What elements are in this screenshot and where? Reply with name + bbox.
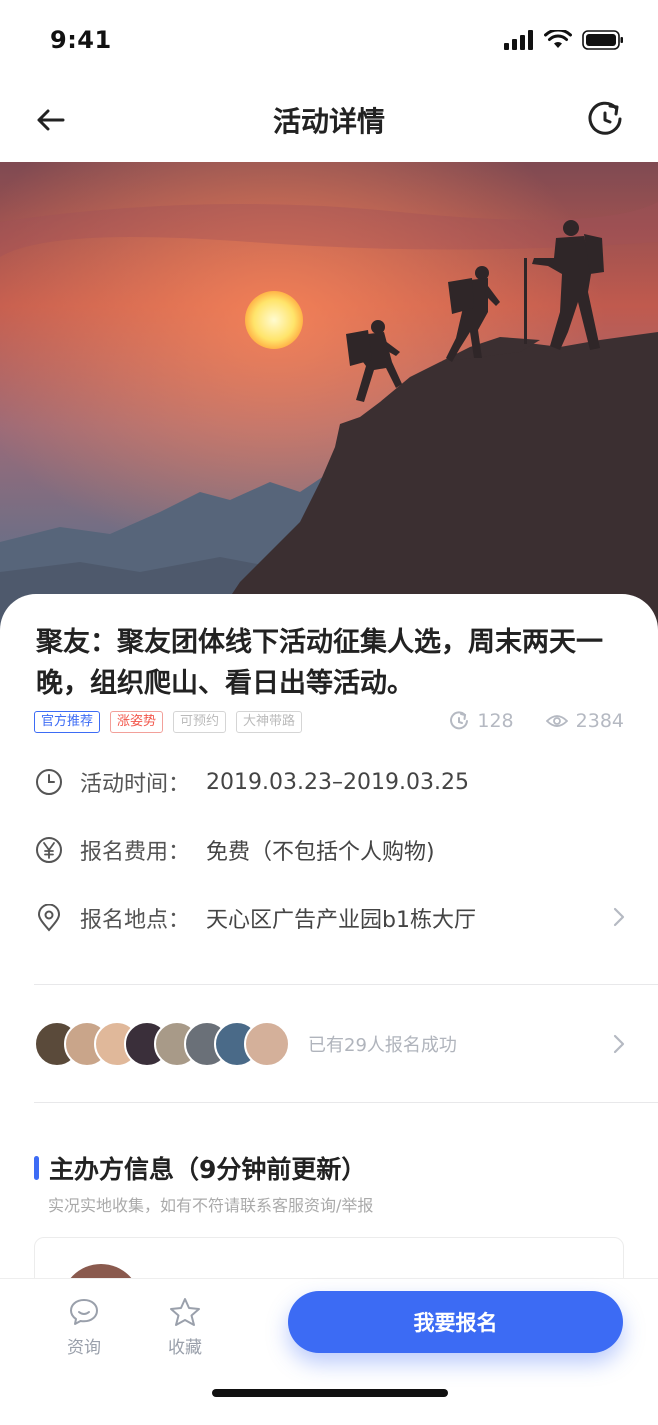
organizer-section-title: 主办方信息（9分钟前更新）: [34, 1150, 366, 1186]
signup-list-row[interactable]: 已有29人报名成功: [34, 1020, 626, 1068]
location-label: 报名地点：: [80, 908, 191, 933]
divider: [34, 1102, 658, 1103]
avatar-stack: [34, 1021, 290, 1067]
section-accent-bar: [34, 1156, 39, 1180]
chevron-right-icon: [613, 907, 625, 927]
event-card: 聚友：聚友团体线下活动征集人选，周末两天一晚，组织爬山、看日出等活动。 官方推荐…: [0, 594, 658, 1337]
organizer-subtitle: 实况实地收集，如有不符请联系客服资询/举报: [48, 1196, 374, 1215]
time-label: 活动时间：: [80, 772, 191, 797]
share-count: 128: [477, 710, 514, 732]
wifi-icon: [544, 30, 572, 48]
nav-bar: 活动详情: [0, 80, 658, 162]
signup-count-text: 已有29人报名成功: [308, 1035, 457, 1056]
share-button[interactable]: [584, 98, 626, 140]
event-fee-row: 报名费用： 免费（不包括个人购物): [34, 830, 626, 870]
location-pin-icon: [34, 903, 64, 933]
fee-label: 报名费用：: [80, 840, 191, 865]
event-time-row: 活动时间： 2019.03.23–2019.03.25: [34, 762, 626, 802]
eye-icon: [545, 715, 568, 727]
consult-label: 资询: [67, 1338, 101, 1358]
hero-image: [0, 162, 658, 642]
favorite-label: 收藏: [168, 1338, 202, 1358]
divider: [34, 984, 658, 985]
tag-guide: 大神带路: [236, 711, 303, 733]
chevron-right-icon: [613, 1034, 625, 1054]
status-time: 9:41: [50, 26, 112, 54]
star-icon: [170, 1298, 200, 1326]
fee-value: 免费（不包括个人购物): [206, 840, 435, 865]
tag-bookable: 可预约: [173, 711, 227, 733]
clock-icon: [34, 767, 64, 797]
event-title: 聚友：聚友团体线下活动征集人选，周末两天一晚，组织爬山、看日出等活动。: [36, 627, 603, 699]
chat-bubble-icon: [70, 1299, 98, 1325]
location-value: 天心区广告产业园b1栋大厅: [206, 908, 476, 933]
avatar: [244, 1021, 290, 1067]
share-stat: 128: [449, 710, 514, 732]
bottom-action-bar: 资询 收藏 我要报名: [0, 1278, 658, 1425]
signal-icon: [504, 30, 533, 50]
organizer-title: 主办方信息（9分钟前更新）: [49, 1155, 367, 1184]
share-count-icon: [450, 711, 469, 730]
time-value: 2019.03.23–2019.03.25: [206, 769, 469, 795]
status-bar: 9:41: [0, 0, 658, 80]
status-icons: [504, 30, 624, 50]
view-count: 2384: [575, 710, 624, 732]
refresh-share-icon: [588, 101, 622, 135]
tag-official: 官方推荐: [34, 711, 101, 733]
favorite-button[interactable]: 收藏: [155, 1297, 215, 1358]
tag-trending: 涨姿势: [110, 711, 164, 733]
signup-button[interactable]: 我要报名: [288, 1291, 623, 1353]
page-title: 活动详情: [272, 105, 385, 138]
hikers-sunset-illustration: [0, 162, 658, 642]
view-stat: 2384: [545, 710, 624, 732]
yuan-icon: [34, 835, 64, 865]
event-location-row[interactable]: 报名地点： 天心区广告产业园b1栋大厅: [34, 898, 626, 938]
tag-list: 官方推荐 涨姿势 可预约 大神带路: [34, 711, 303, 733]
event-stats: 128 2384: [449, 710, 624, 732]
battery-icon: [582, 30, 623, 50]
consult-button[interactable]: 资询: [54, 1297, 114, 1358]
home-indicator: [212, 1389, 448, 1397]
